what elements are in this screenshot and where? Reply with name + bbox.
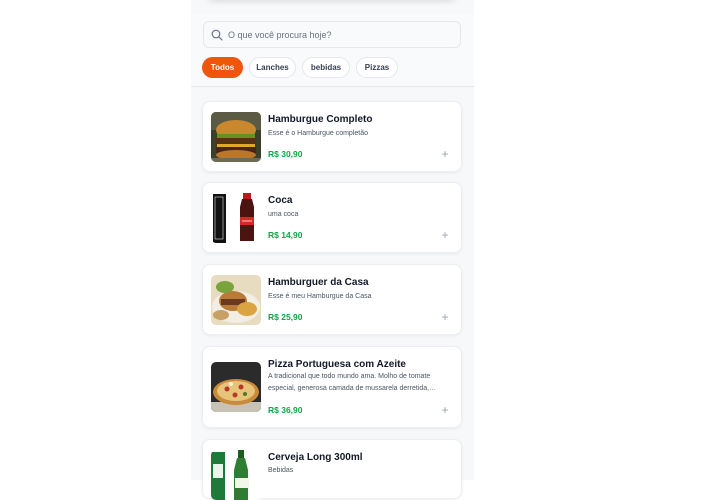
chip-todos[interactable]: Todos (202, 57, 243, 78)
product-image (211, 275, 261, 325)
product-name: Coca (268, 195, 293, 206)
product-price: R$ 25,90 (268, 312, 303, 322)
product-price: R$ 14,90 (268, 230, 303, 240)
product-image (211, 193, 261, 243)
product-description: Bebidas (268, 467, 294, 474)
chip-lanches[interactable]: Lanches (249, 57, 296, 78)
product-card[interactable]: Pizza Portuguesa com Azeite A tradiciona… (202, 346, 462, 428)
product-card[interactable]: Hamburguer da Casa Esse é meu Hamburgue … (202, 264, 462, 335)
product-price: R$ 30,90 (268, 149, 303, 159)
chip-bebidas[interactable]: bebidas (302, 57, 350, 78)
add-icon[interactable]: + (439, 404, 451, 416)
search-icon (211, 29, 223, 41)
product-description: Esse é meu Hamburgue da Casa (268, 293, 372, 300)
product-card[interactable]: Hamburgue Completo Esse é o Hamburgue co… (202, 101, 462, 172)
add-icon[interactable]: + (439, 229, 451, 241)
product-name: Pizza Portuguesa com Azeite (268, 359, 406, 370)
product-name: Hamburgue Completo (268, 114, 373, 125)
product-image (211, 112, 261, 162)
product-description: uma coca (268, 211, 299, 218)
chip-pizzas[interactable]: Pizzas (356, 57, 398, 78)
product-price: R$ 36,90 (268, 405, 303, 415)
product-image (211, 450, 261, 500)
product-description: A tradicional que todo mundo ama. Molho … (268, 373, 431, 392)
add-icon[interactable]: + (439, 148, 451, 160)
search-input[interactable] (228, 22, 454, 47)
product-card[interactable]: Coca uma coca R$ 14,90 + (202, 182, 462, 253)
product-name: Hamburguer da Casa (268, 277, 369, 288)
product-image (211, 362, 261, 412)
add-icon[interactable]: + (439, 311, 451, 323)
product-card[interactable]: Cerveja Long 300ml Bebidas (202, 439, 462, 500)
product-name: Cerveja Long 300ml (268, 452, 363, 463)
search-box[interactable] (203, 21, 461, 48)
product-description: Esse é o Hamburgue completão (268, 130, 368, 137)
